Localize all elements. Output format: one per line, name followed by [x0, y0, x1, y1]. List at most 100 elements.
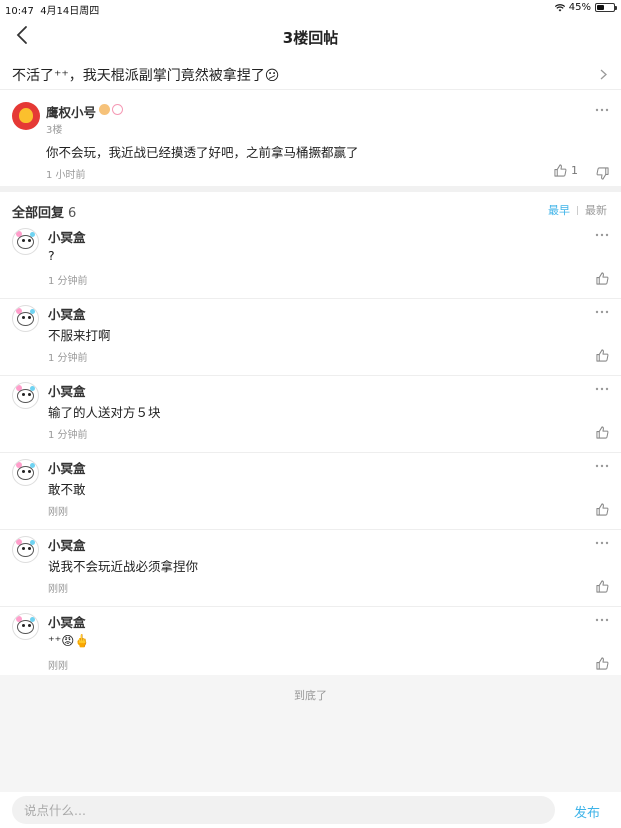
floor-post: 鹰权小号 3楼 你不会玩，我近战已经摸透了好吧，之前拿马桶撅都赢了 1 小时前 … [0, 91, 621, 187]
thumbs-up-icon [554, 164, 567, 177]
replies-count: 6 [68, 206, 77, 221]
more-icon[interactable] [595, 386, 609, 392]
reply-time: 1 分钟前 [48, 276, 88, 287]
avatar-eye [22, 239, 25, 242]
like-button[interactable]: 1 [554, 164, 578, 177]
avatar-eye [22, 470, 25, 473]
reply-content: ⁺⁺😡🖕 [48, 633, 90, 648]
author-name[interactable]: 鹰权小号 [46, 102, 96, 121]
avatar-eye [28, 624, 31, 627]
avatar-cat-face [17, 312, 34, 326]
reply-item[interactable]: 小冥盒 ⁺⁺😡🖕 刚刚 [0, 607, 621, 684]
status-bar: 10:47 4月14日周四 45% [0, 0, 621, 17]
reply-author[interactable]: 小冥盒 [48, 227, 86, 246]
like-button[interactable] [596, 501, 609, 520]
reply-author[interactable]: 小冥盒 [48, 381, 86, 400]
avatar-face [19, 108, 33, 123]
like-button[interactable] [596, 424, 609, 443]
reply-content: 说我不会玩近战必须拿捏你 [48, 559, 199, 574]
comment-input[interactable] [12, 796, 555, 824]
avatar-cat-face [17, 235, 34, 249]
reply-time: 刚刚 [48, 584, 68, 595]
reply-content: 输了的人送对方５块 [48, 405, 161, 420]
reply-author[interactable]: 小冥盒 [48, 458, 86, 477]
battery-icon [595, 3, 617, 12]
reply-item[interactable]: 小冥盒说我不会玩近战必须拿捏你刚刚 [0, 530, 621, 607]
avatar[interactable] [12, 613, 39, 640]
avatar[interactable] [12, 459, 39, 486]
reply-time: 刚刚 [48, 661, 68, 672]
reply-time: 刚刚 [48, 507, 68, 518]
avatar[interactable] [12, 382, 39, 409]
battery-percent: 45% [568, 2, 591, 13]
thumbs-up-icon [596, 426, 609, 439]
avatar-eye [22, 393, 25, 396]
avatar-eye [22, 547, 25, 550]
reply-item[interactable]: 小冥盒输了的人送对方５块 1 分钟前 [0, 376, 621, 453]
replies-header: 全部回复 6 最早 最新 [0, 192, 621, 222]
post-time: 1 小时前 [46, 170, 86, 181]
dislike-button[interactable] [596, 165, 609, 184]
reply-item[interactable]: 小冥盒? 1 分钟前 [0, 222, 621, 299]
avatar-eye [28, 239, 31, 242]
reply-time: 1 分钟前 [48, 430, 88, 441]
thread-title: 不活了⁺⁺，我天棍派副掌门竟然被拿捏了😕 [12, 68, 280, 84]
avatar[interactable] [12, 102, 40, 130]
thread-title-link[interactable]: 不活了⁺⁺，我天棍派副掌门竟然被拿捏了😕 [0, 58, 621, 90]
reply-content: 敢不敢 [48, 482, 86, 497]
reply-author[interactable]: 小冥盒 [48, 304, 86, 323]
composer-bar: 发布 [0, 792, 621, 828]
avatar-eye [28, 470, 31, 473]
avatar-cat-face [17, 389, 34, 403]
list-end-area: 到底了 [0, 675, 621, 792]
avatar-eye [28, 316, 31, 319]
user-badges [99, 104, 123, 115]
thumbs-up-icon [596, 580, 609, 593]
thumbs-up-icon [596, 272, 609, 285]
post-content: 你不会玩，我近战已经摸透了好吧，之前拿马桶撅都赢了 [46, 145, 359, 160]
like-button[interactable] [596, 655, 609, 674]
reply-item[interactable]: 小冥盒不服来打啊 1 分钟前 [0, 299, 621, 376]
status-right: 45% [554, 2, 617, 13]
like-button[interactable] [596, 270, 609, 289]
sort-latest-tab[interactable]: 最新 [585, 202, 607, 218]
thumbs-up-icon [596, 349, 609, 362]
status-time: 10:47 4月14日周四 [5, 6, 100, 17]
more-icon[interactable] [595, 463, 609, 469]
reply-item[interactable]: 小冥盒 敢不敢 刚刚 [0, 453, 621, 530]
avatar-eye [28, 547, 31, 550]
avatar[interactable] [12, 536, 39, 563]
reply-content: 不服来打啊 [48, 328, 111, 343]
nav-bar: 3楼回帖 [0, 16, 621, 56]
floor-number: 3楼 [46, 125, 63, 136]
sort-toggle: 最早 最新 [548, 202, 607, 218]
like-button[interactable] [596, 347, 609, 366]
reply-time: 1 分钟前 [48, 353, 88, 364]
more-icon[interactable] [595, 107, 609, 113]
avatar-eye [28, 393, 31, 396]
reply-author[interactable]: 小冥盒 [48, 535, 86, 554]
like-button[interactable] [596, 578, 609, 597]
sort-earliest-tab[interactable]: 最早 [548, 202, 570, 218]
reply-content: ? [48, 248, 55, 263]
replies-label: 全部回复 6 [12, 206, 77, 221]
end-of-list-text: 到底了 [294, 689, 327, 702]
thumbs-up-icon [596, 657, 609, 670]
more-icon[interactable] [595, 309, 609, 315]
sort-divider [577, 205, 578, 215]
page-title: 3楼回帖 [282, 29, 339, 47]
reply-author[interactable]: 小冥盒 [48, 612, 86, 631]
medal-badge-icon [112, 104, 123, 115]
avatar-cat-face [17, 543, 34, 557]
avatar-cat-face [17, 620, 34, 634]
more-icon[interactable] [595, 232, 609, 238]
avatar[interactable] [12, 305, 39, 332]
more-icon[interactable] [595, 617, 609, 623]
avatar-cat-face [17, 466, 34, 480]
avatar[interactable] [12, 228, 39, 255]
send-button[interactable]: 发布 [574, 802, 600, 821]
wifi-icon [554, 3, 565, 11]
thumbs-up-icon [596, 503, 609, 516]
battery-level [597, 5, 605, 10]
more-icon[interactable] [595, 540, 609, 546]
